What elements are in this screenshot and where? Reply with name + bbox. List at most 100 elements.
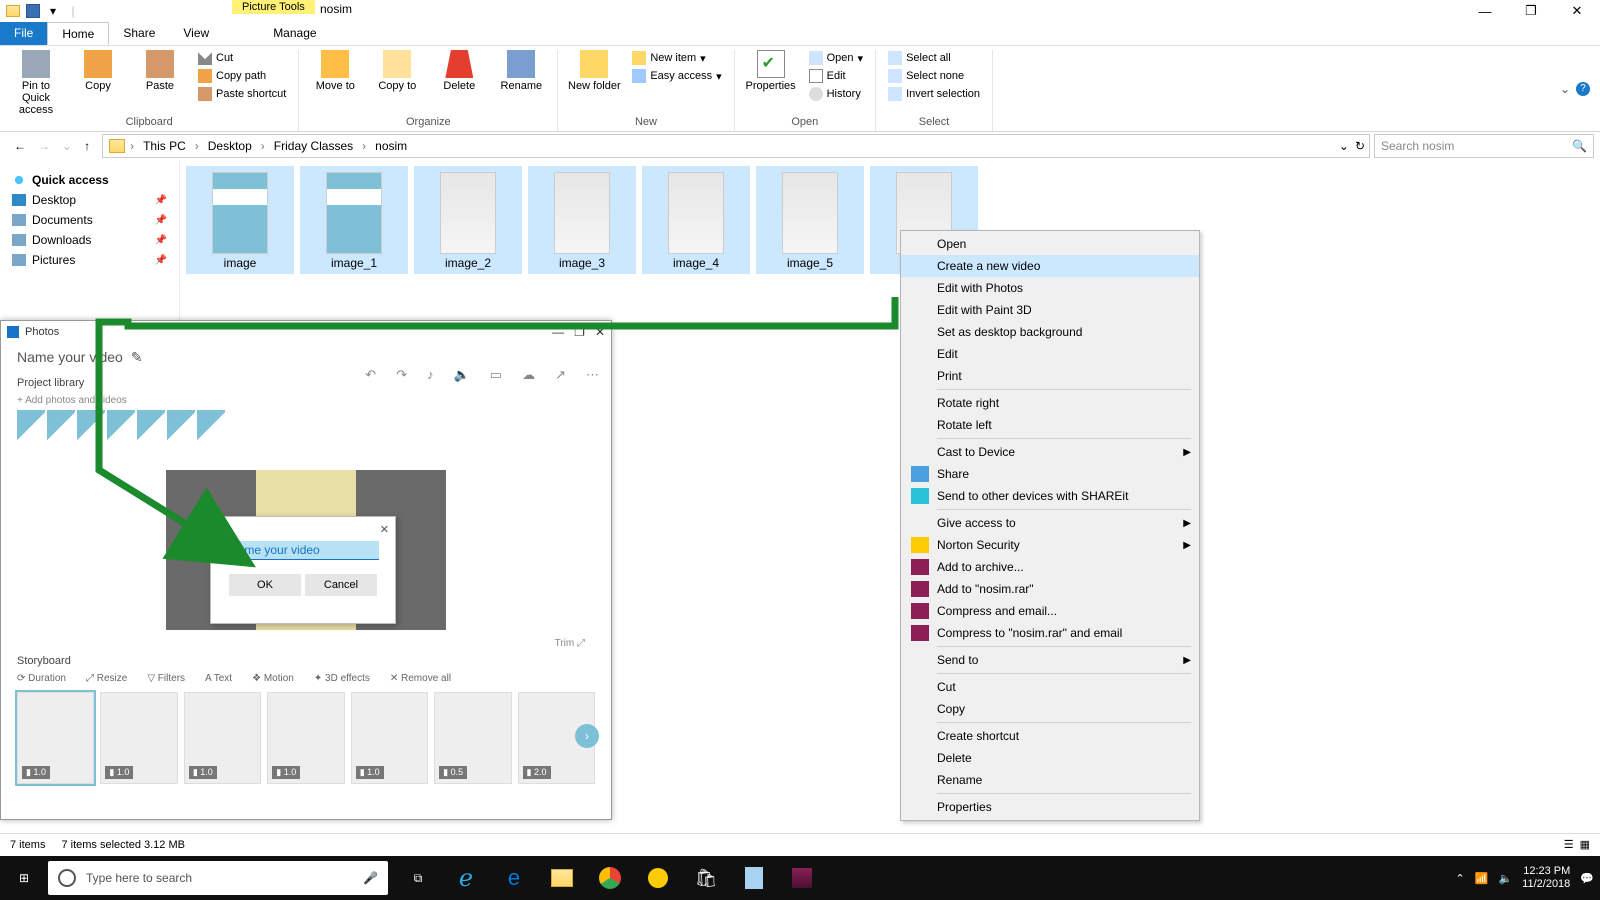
explorer-icon[interactable]: [540, 856, 584, 900]
edit-button[interactable]: Edit: [805, 68, 867, 84]
recent-dropdown[interactable]: ⌄: [62, 139, 72, 153]
new-folder-button[interactable]: New folder: [566, 50, 622, 92]
cut-button[interactable]: Cut: [194, 50, 290, 66]
undo-icon[interactable]: ↶: [365, 367, 376, 383]
select-none-button[interactable]: Select none: [884, 68, 984, 84]
context-menu-item[interactable]: Add to archive...: [901, 556, 1199, 578]
aspect-icon[interactable]: ▭: [490, 367, 502, 383]
context-menu-item[interactable]: Edit: [901, 343, 1199, 365]
context-menu-item[interactable]: Copy: [901, 698, 1199, 720]
storyboard-clip[interactable]: ▮ 1.0: [17, 692, 94, 784]
chrome-icon[interactable]: [588, 856, 632, 900]
tray-chevron[interactable]: ⌃: [1456, 872, 1465, 885]
edge-icon[interactable]: e: [492, 856, 536, 900]
action-center-icon[interactable]: 💬: [1580, 872, 1594, 885]
more-icon[interactable]: ⋯: [586, 367, 599, 383]
storyboard-tool[interactable]: A Text: [205, 673, 232, 684]
close-button[interactable]: ✕: [1554, 0, 1600, 22]
back-button[interactable]: ←: [14, 139, 26, 153]
context-menu-item[interactable]: Open: [901, 233, 1199, 255]
storyboard-clip[interactable]: ▮ 1.0: [100, 692, 177, 784]
open-button[interactable]: Open ▾: [805, 50, 867, 66]
winrar-icon[interactable]: [780, 856, 824, 900]
ok-button[interactable]: OK: [229, 574, 301, 596]
storyboard-tool[interactable]: ⟳ Duration: [17, 673, 66, 684]
move-to-button[interactable]: Move to: [307, 50, 363, 92]
details-view-icon[interactable]: ☰: [1564, 838, 1574, 851]
maximize-button[interactable]: ❐: [1508, 0, 1554, 22]
context-menu-item[interactable]: Add to "nosim.rar": [901, 578, 1199, 600]
crumb-friday[interactable]: Friday Classes: [270, 139, 357, 153]
context-menu-item[interactable]: Print: [901, 365, 1199, 387]
panel-close-icon[interactable]: ✕: [595, 325, 605, 339]
crumb-this-pc[interactable]: This PC: [139, 139, 190, 153]
sound-icon[interactable]: 🔈: [454, 367, 470, 383]
context-menu-item[interactable]: Cast to Device▶: [901, 441, 1199, 463]
collapse-ribbon-icon[interactable]: ⌄: [1560, 82, 1570, 96]
context-menu-item[interactable]: Give access to▶: [901, 512, 1199, 534]
nav-downloads[interactable]: Downloads📌: [6, 230, 173, 250]
clock[interactable]: 12:23 PM 11/2/2018: [1522, 865, 1570, 891]
theme-icon[interactable]: ☁: [522, 367, 535, 383]
start-button[interactable]: ⊞: [0, 856, 48, 900]
copy-button[interactable]: Copy: [70, 50, 126, 92]
context-menu-item[interactable]: Edit with Paint 3D: [901, 299, 1199, 321]
context-menu-item[interactable]: Properties: [901, 796, 1199, 818]
file-thumbnail[interactable]: image_4: [642, 166, 750, 274]
file-thumbnail[interactable]: image_3: [528, 166, 636, 274]
storyboard-tool[interactable]: ✕ Remove all: [390, 673, 451, 684]
context-menu-item[interactable]: Set as desktop background: [901, 321, 1199, 343]
search-input[interactable]: Search nosim 🔍: [1374, 134, 1594, 158]
norton-icon[interactable]: [636, 856, 680, 900]
crumb-desktop[interactable]: Desktop: [204, 139, 256, 153]
add-media-button[interactable]: + Add photos and videos: [1, 395, 611, 406]
minimize-button[interactable]: —: [1462, 0, 1508, 22]
dialog-close-icon[interactable]: ✕: [380, 523, 389, 536]
nav-documents[interactable]: Documents📌: [6, 210, 173, 230]
video-name-input[interactable]: Name your video: [227, 541, 379, 560]
context-menu-item[interactable]: Send to other devices with SHAREit: [901, 485, 1199, 507]
context-menu-item[interactable]: Rotate right: [901, 392, 1199, 414]
context-menu-item[interactable]: Compress to "nosim.rar" and email: [901, 622, 1199, 644]
storyboard-tool[interactable]: ⤢ Resize: [86, 673, 127, 684]
taskbar-search[interactable]: Type here to search🎤: [48, 861, 388, 895]
quick-access[interactable]: Quick access: [6, 170, 173, 190]
panel-minimize-icon[interactable]: —: [552, 325, 564, 339]
context-menu-item[interactable]: Rotate left: [901, 414, 1199, 436]
storyboard-tool[interactable]: ▽ Filters: [147, 673, 185, 684]
context-menu-item[interactable]: Edit with Photos: [901, 277, 1199, 299]
tab-share[interactable]: Share: [109, 22, 169, 45]
nav-pictures[interactable]: Pictures📌: [6, 250, 173, 270]
qat-overflow-icon[interactable]: ▾: [44, 2, 62, 20]
panel-maximize-icon[interactable]: ❐: [574, 325, 585, 339]
next-clip-button[interactable]: ›: [575, 724, 599, 748]
notepad-icon[interactable]: [732, 856, 776, 900]
tab-file[interactable]: File: [0, 22, 47, 45]
delete-button[interactable]: Delete: [431, 50, 487, 92]
forward-button[interactable]: →: [38, 139, 50, 153]
up-button[interactable]: ↑: [84, 139, 90, 153]
tab-manage[interactable]: Manage: [259, 22, 330, 45]
new-item-button[interactable]: New item ▾: [628, 50, 725, 66]
nav-desktop[interactable]: Desktop📌: [6, 190, 173, 210]
storyboard-clip[interactable]: ▮ 1.0: [184, 692, 261, 784]
select-all-button[interactable]: Select all: [884, 50, 984, 66]
file-thumbnail[interactable]: image_1: [300, 166, 408, 274]
context-menu-item[interactable]: Create shortcut: [901, 725, 1199, 747]
rename-button[interactable]: Rename: [493, 50, 549, 92]
storyboard-tool[interactable]: ❖ Motion: [252, 673, 294, 684]
context-menu-item[interactable]: Rename: [901, 769, 1199, 791]
mic-icon[interactable]: 🎤: [363, 871, 378, 885]
store-icon[interactable]: 🛍: [684, 856, 728, 900]
storyboard-clip[interactable]: ▮ 0.5: [434, 692, 511, 784]
context-menu-item[interactable]: Norton Security▶: [901, 534, 1199, 556]
share-icon[interactable]: ↗: [555, 367, 566, 383]
breadcrumb[interactable]: › This PC› Desktop› Friday Classes› nosi…: [102, 134, 1370, 158]
copy-to-button[interactable]: Copy to: [369, 50, 425, 92]
music-icon[interactable]: ♪: [427, 367, 434, 383]
history-button[interactable]: History: [805, 86, 867, 102]
context-menu-item[interactable]: Create a new video: [901, 255, 1199, 277]
storyboard-tool[interactable]: ✦ 3D effects: [314, 673, 370, 684]
context-menu-item[interactable]: Delete: [901, 747, 1199, 769]
crumb-nosim[interactable]: nosim: [371, 139, 411, 153]
